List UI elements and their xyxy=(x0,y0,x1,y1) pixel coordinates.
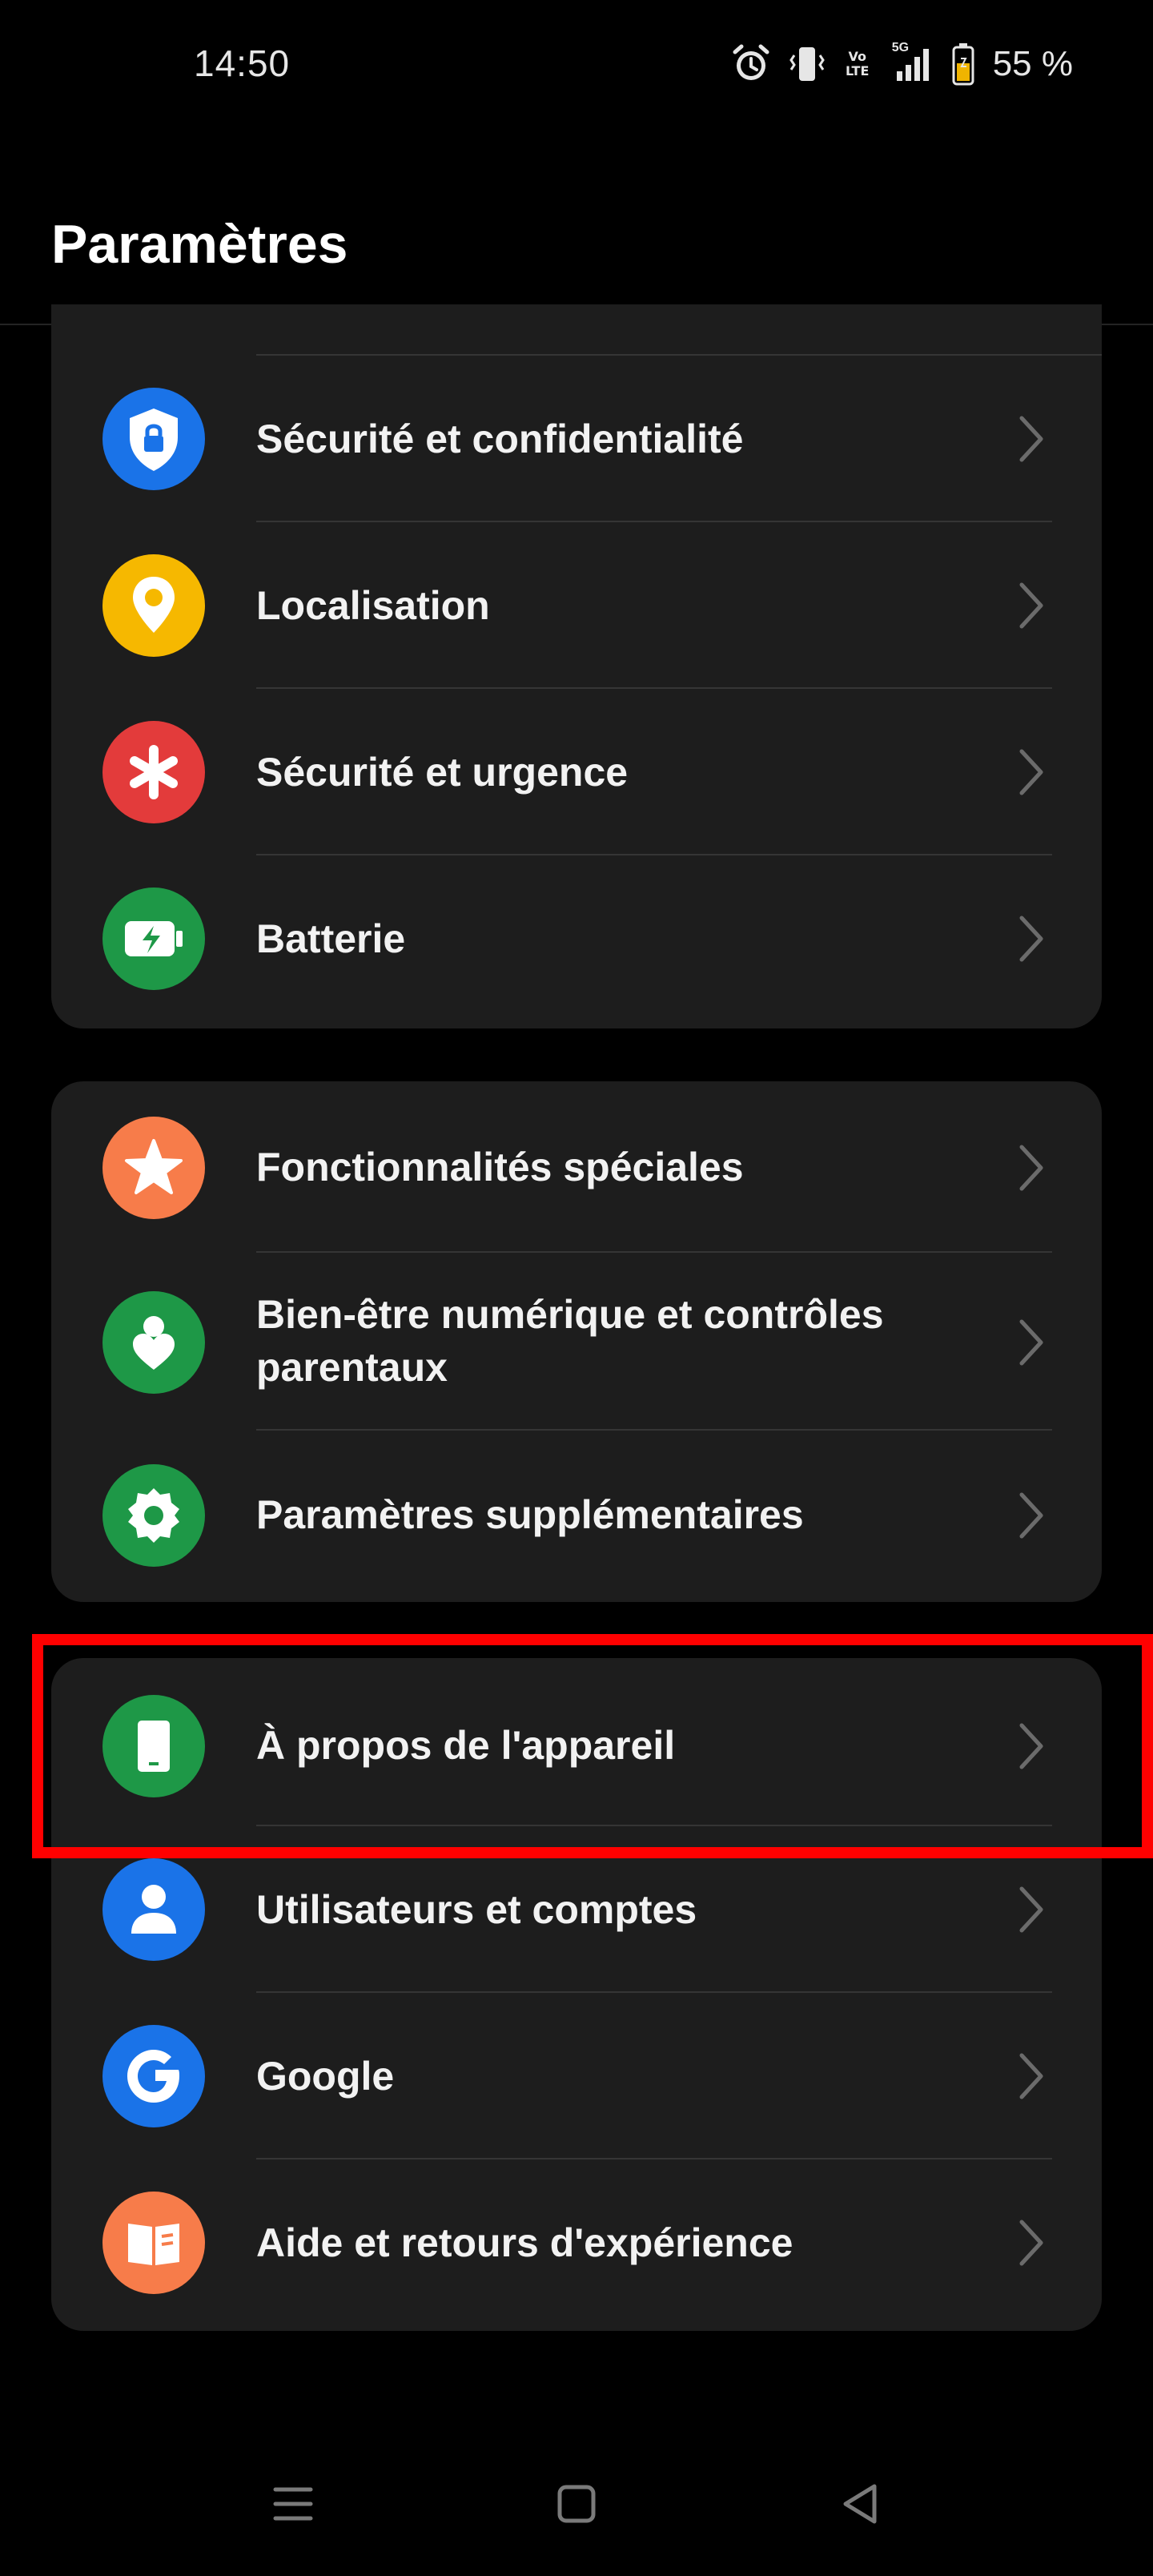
alarm-icon xyxy=(732,44,770,84)
settings-item-google[interactable]: Google xyxy=(51,1993,1102,2159)
settings-item-security-privacy[interactable]: Sécurité et confidentialité xyxy=(51,356,1102,522)
settings-item-label: Sécurité et urgence xyxy=(256,750,629,795)
settings-item-label: Batterie xyxy=(256,916,406,961)
status-time: 14:50 xyxy=(194,42,291,84)
settings-item-label: Utilisateurs et comptes xyxy=(256,1887,697,1932)
status-bar: 14:50 Vo LTE 5G 55 % xyxy=(0,0,1153,136)
battery-icon xyxy=(951,42,975,86)
chevron-right-icon xyxy=(1019,582,1043,629)
page-title: Paramètres xyxy=(51,214,348,275)
volte-icon: Vo LTE xyxy=(844,50,871,78)
battery-percentage: 55 % xyxy=(992,44,1073,83)
settings-item-label: Google xyxy=(256,2054,395,2099)
chevron-right-icon xyxy=(1019,1886,1043,1933)
settings-item-label: Fonctionnalités spéciales xyxy=(256,1145,744,1189)
settings-item-additional-settings[interactable]: Paramètres supplémentaires xyxy=(51,1431,1102,1602)
vibrate-icon xyxy=(788,44,826,84)
chevron-right-icon xyxy=(1019,2220,1043,2266)
settings-item-special-features[interactable]: Fonctionnalités spéciales xyxy=(51,1081,1102,1253)
settings-item-label: À propos de l'appareil xyxy=(256,1723,676,1768)
settings-item-emergency[interactable]: Sécurité et urgence xyxy=(51,689,1102,855)
settings-item-about-device[interactable]: À propos de l'appareil xyxy=(51,1658,1102,1826)
signal-icon: 5G xyxy=(889,41,934,84)
chevron-right-icon xyxy=(1019,916,1043,962)
location-pin-icon xyxy=(102,554,205,657)
shield-lock-icon xyxy=(102,388,205,490)
settings-item-label: Aide et retours d'expérience xyxy=(256,2220,793,2265)
asterisk-icon xyxy=(102,721,205,823)
phone-device-icon xyxy=(102,1695,205,1797)
settings-group-1: Sécurité et confidentialité Localisation xyxy=(51,304,1102,1028)
volte-label-bottom: LTE xyxy=(846,63,870,78)
back-icon[interactable] xyxy=(836,2480,884,2528)
nav-bar xyxy=(0,2451,1153,2555)
settings-item-label: Paramètres supplémentaires xyxy=(256,1492,804,1537)
battery-charging-icon xyxy=(102,888,205,990)
google-icon xyxy=(102,2025,205,2127)
network-type-label: 5G xyxy=(891,41,910,54)
settings-item-location[interactable]: Localisation xyxy=(51,522,1102,689)
chevron-right-icon xyxy=(1019,1145,1043,1191)
app-header: Paramètres xyxy=(0,136,1153,325)
chevron-right-icon xyxy=(1019,1319,1043,1366)
chevron-right-icon xyxy=(1019,2053,1043,2099)
settings-item-label: Bien-être numérique et contrôles parenta… xyxy=(256,1292,884,1390)
settings-group-2: Fonctionnalités spéciales Bien-être numé… xyxy=(51,1081,1102,1602)
settings-item-help-feedback[interactable]: Aide et retours d'expérience xyxy=(51,2159,1102,2331)
gear-icon xyxy=(102,1464,205,1567)
star-icon xyxy=(102,1117,205,1219)
chevron-right-icon xyxy=(1019,749,1043,795)
wellbeing-icon xyxy=(102,1291,205,1394)
settings-item-digital-wellbeing[interactable]: Bien-être numérique et contrôles parenta… xyxy=(51,1253,1102,1431)
settings-group-3: À propos de l'appareil Utilisateurs et c… xyxy=(51,1658,1102,2331)
user-icon xyxy=(102,1858,205,1961)
settings-item-label: Sécurité et confidentialité xyxy=(256,417,744,461)
chevron-right-icon xyxy=(1019,1723,1043,1769)
status-icons: Vo LTE 5G 55 % xyxy=(732,40,1073,88)
chevron-right-icon xyxy=(1019,416,1043,462)
home-icon[interactable] xyxy=(552,2480,601,2528)
settings-item-battery[interactable]: Batterie xyxy=(51,855,1102,1022)
settings-item-users-accounts[interactable]: Utilisateurs et comptes xyxy=(51,1826,1102,1993)
volte-label-top: Vo xyxy=(848,49,866,64)
help-book-icon xyxy=(102,2192,205,2294)
chevron-right-icon xyxy=(1019,1492,1043,1539)
menu-icon[interactable] xyxy=(269,2480,317,2528)
settings-item-label: Localisation xyxy=(256,583,490,628)
